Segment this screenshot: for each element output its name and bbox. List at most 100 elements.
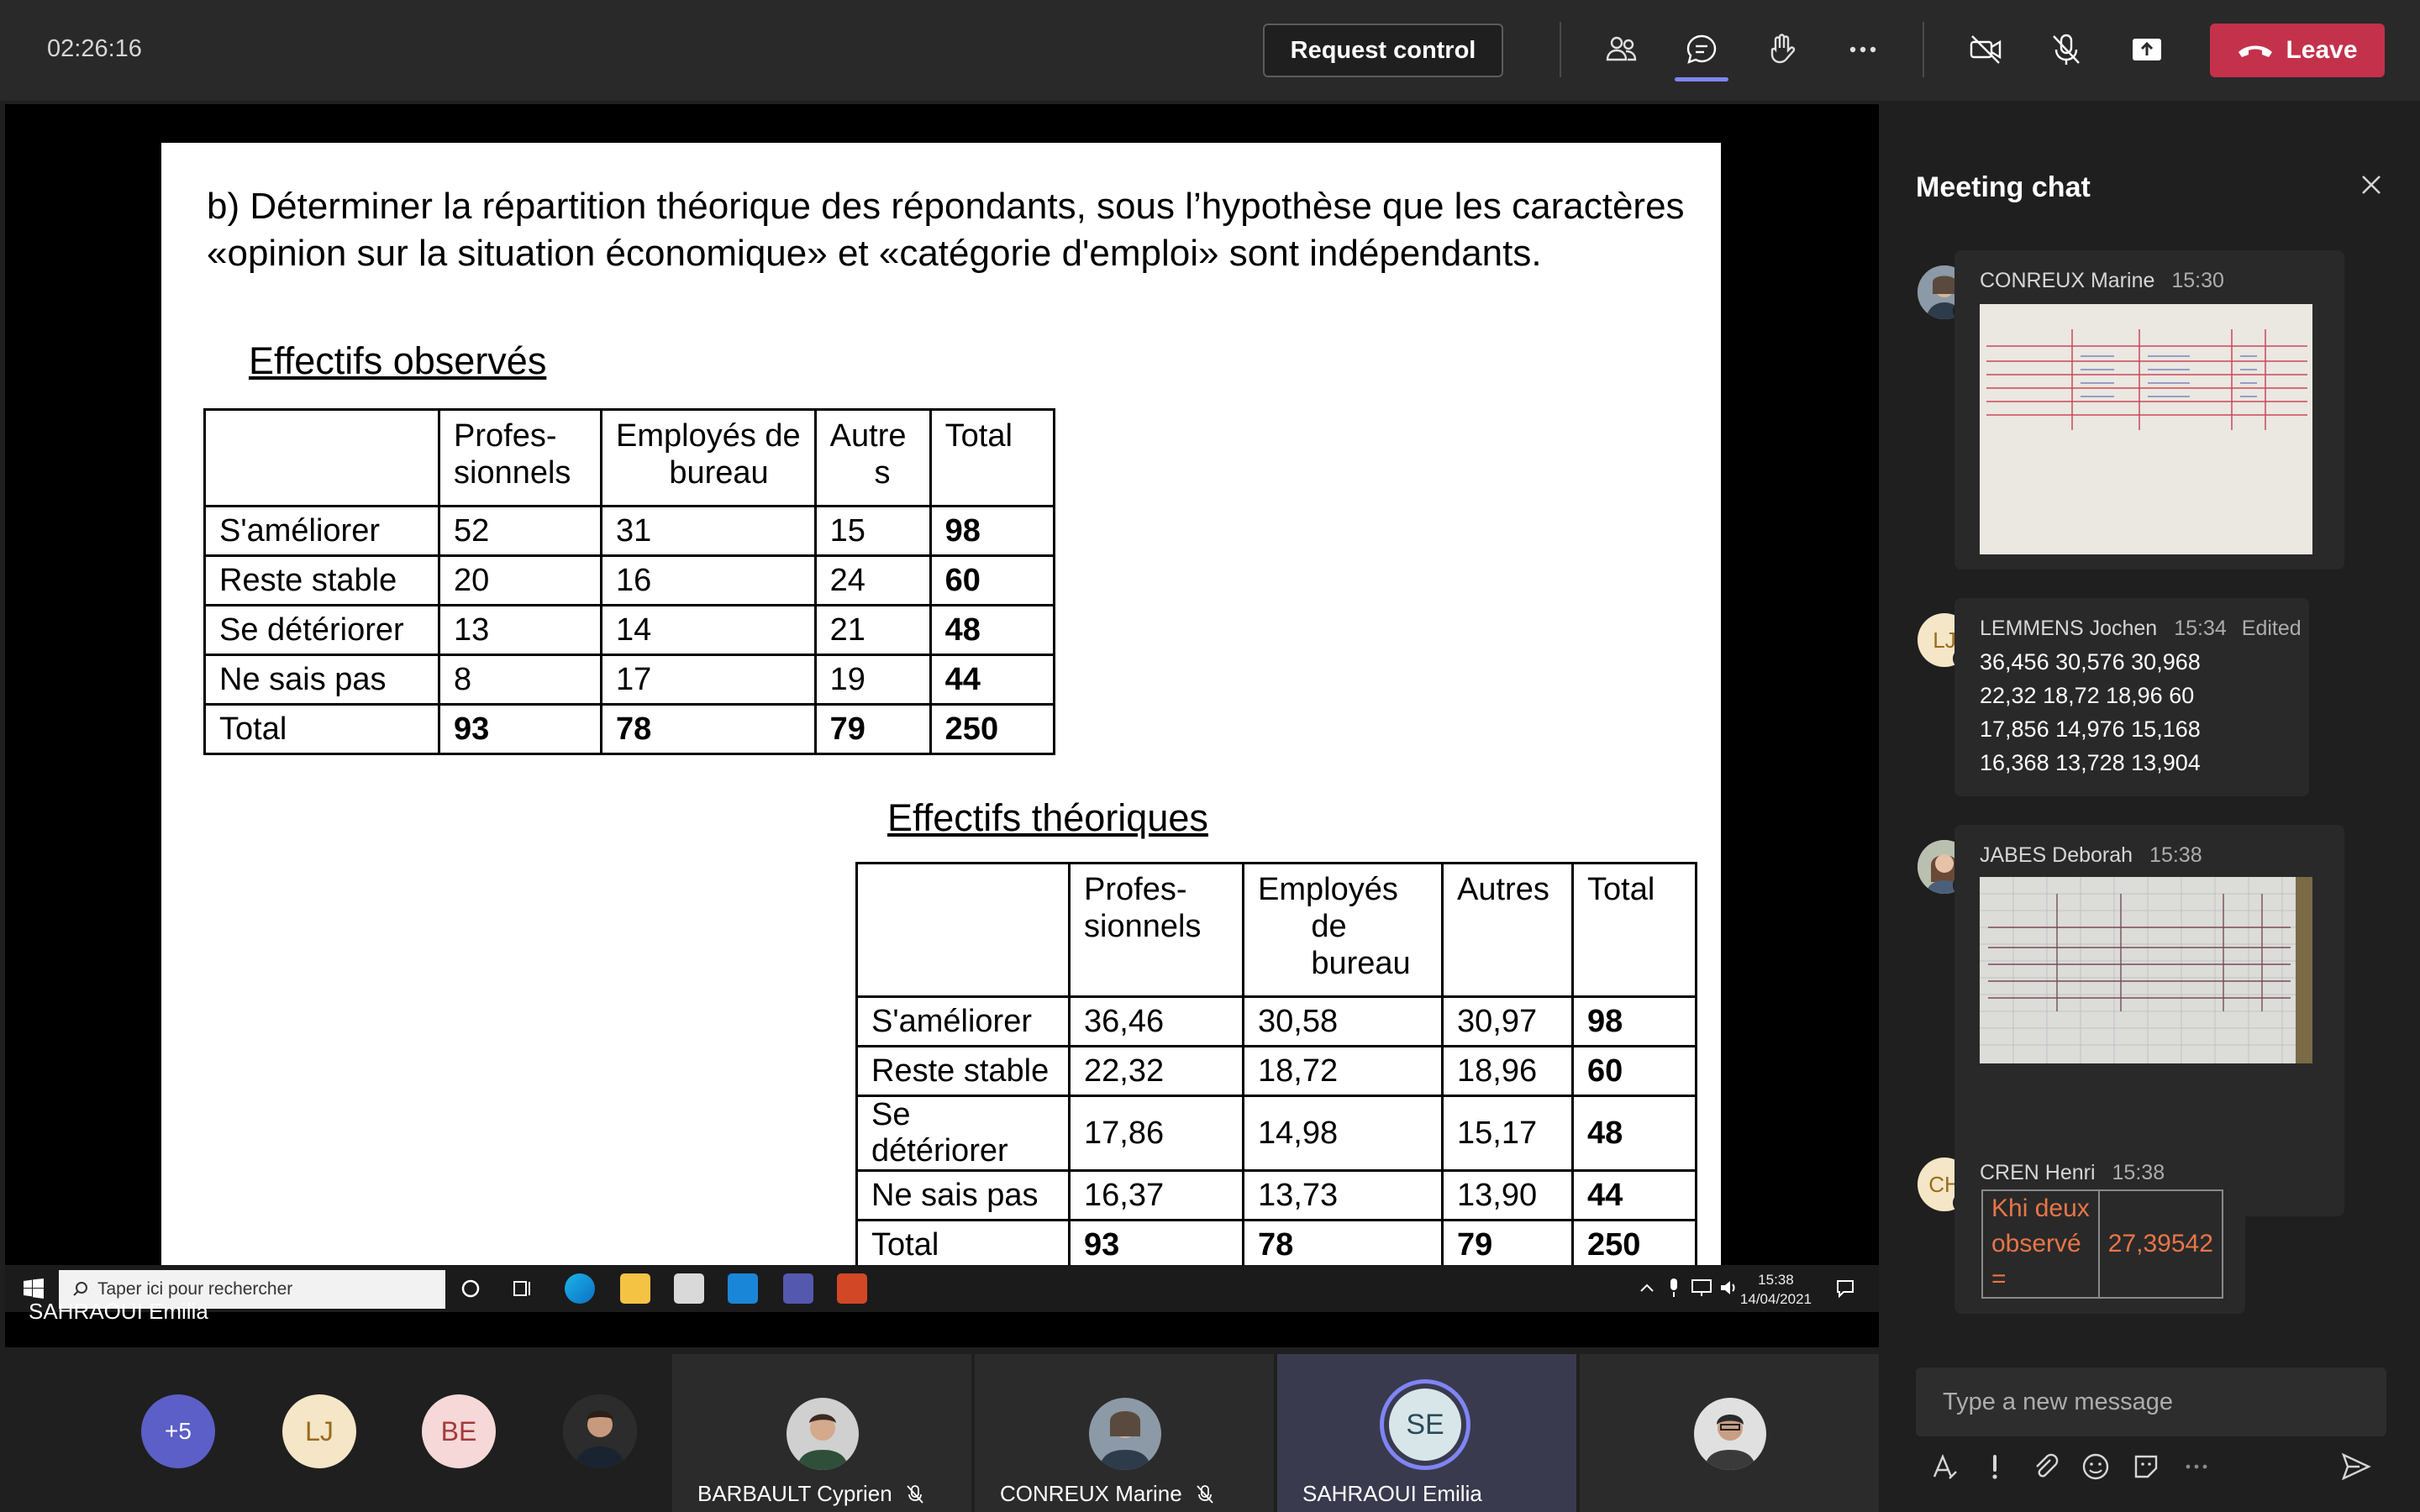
important-icon[interactable] — [1978, 1450, 2012, 1483]
message-time: 15:34 — [2174, 617, 2227, 640]
attach-icon[interactable] — [2028, 1450, 2062, 1483]
network-icon[interactable] — [1691, 1278, 1712, 1297]
table-cell: 21 — [813, 604, 932, 656]
sticker-icon[interactable] — [2129, 1450, 2163, 1483]
file-explorer-icon[interactable] — [620, 1273, 650, 1304]
table-row: Ne sais pas 16,37 13,73 13,90 44 — [855, 1169, 1697, 1221]
format-icon[interactable] — [1928, 1450, 1961, 1483]
taskbar-date: 14/04/2021 — [1739, 1291, 1812, 1307]
toolbar-divider — [1923, 22, 1924, 77]
table-header-cell — [203, 408, 440, 507]
volume-icon[interactable] — [1719, 1278, 1739, 1297]
message-time: 15:30 — [2171, 269, 2224, 292]
participant-tile[interactable]: CONREUX Marine — [975, 1354, 1274, 1512]
table-header-row: Profes- sionnels Employés de bureau Autre … — [203, 408, 1055, 507]
table-cell: 14 — [600, 604, 817, 656]
participant-name: BARBAULT Cyprien — [697, 1481, 926, 1507]
windows-start-icon[interactable] — [24, 1278, 44, 1299]
participant-tile-speaking[interactable]: SE SAHRAOUI Emilia — [1277, 1354, 1576, 1512]
microphone-off-icon — [1197, 1484, 1213, 1504]
table-cell: 31 — [600, 505, 817, 557]
table-cell: 13 — [438, 604, 602, 656]
khi-deux-value: 27,39542 — [2097, 1189, 2223, 1299]
table-cell: 16 — [600, 554, 817, 606]
message-author: JABES Deborah — [1980, 843, 2133, 867]
participant-avatar[interactable] — [563, 1394, 637, 1468]
presentation-slide: b) Déterminer la répartition théorique d… — [161, 143, 1721, 1265]
table-row: Se détériorer 13 14 21 48 — [203, 604, 1055, 656]
row-label-cell: Ne sais pas — [855, 1169, 1071, 1221]
microphone-off-icon[interactable] — [2042, 25, 2091, 74]
participant-avatar[interactable]: BE — [422, 1394, 496, 1468]
cortana-icon[interactable] — [459, 1277, 482, 1300]
close-icon[interactable] — [2354, 168, 2388, 202]
camera-off-icon[interactable] — [1961, 25, 2010, 74]
raise-hand-icon[interactable] — [1758, 25, 1807, 74]
notifications-icon[interactable] — [1835, 1278, 1855, 1299]
table-cell: 79 — [1441, 1219, 1574, 1265]
send-icon[interactable] — [2339, 1450, 2373, 1483]
table-cell: 24 — [813, 554, 932, 606]
table-header-cell: Profes- sionnels — [1068, 862, 1244, 998]
more-options-icon[interactable] — [2180, 1450, 2213, 1483]
table-cell: 78 — [600, 703, 817, 755]
row-label-cell: Se détériorer — [855, 1095, 1071, 1172]
chat-icon[interactable] — [1677, 25, 1726, 74]
table-row: Se détériorer 17,86 14,98 15,17 48 — [855, 1095, 1697, 1172]
mail-app-icon[interactable] — [728, 1273, 758, 1304]
table-cell: 15 — [813, 505, 932, 557]
message-line: 36,456 30,576 30,968 — [1980, 649, 2201, 675]
participants-icon[interactable] — [1597, 25, 1645, 74]
chevron-up-icon[interactable] — [1637, 1278, 1657, 1299]
speaking-ring: SE — [1380, 1379, 1470, 1470]
share-screen-icon[interactable] — [2123, 25, 2171, 74]
table-cell: 98 — [929, 505, 1055, 557]
request-control-button[interactable]: Request control — [1263, 24, 1503, 77]
table-header-cell: Employés de bureau — [1242, 862, 1444, 998]
store-app-icon[interactable] — [674, 1273, 704, 1304]
table-cell: 19 — [813, 654, 932, 706]
chat-active-indicator — [1675, 77, 1728, 81]
new-message-input[interactable]: Type a new message — [1916, 1368, 2386, 1436]
table-row: Total 93 78 79 250 — [203, 703, 1055, 755]
table-row: S'améliorer 52 31 15 98 — [203, 505, 1055, 557]
presenter-name-label: SAHRAOUI Emilia — [29, 1299, 208, 1324]
task-view-icon[interactable] — [511, 1277, 534, 1300]
table-cell: 44 — [929, 654, 1055, 706]
meeting-toolbar: 02:26:16 Request control Leave — [0, 0, 2420, 101]
table-cell: 20 — [438, 554, 602, 606]
more-options-icon[interactable] — [1839, 25, 1887, 74]
search-icon — [73, 1282, 87, 1296]
message-header: CONREUX Marine 15:30 — [1980, 269, 2224, 293]
edge-app-icon[interactable] — [565, 1273, 595, 1304]
row-label-cell: Total — [203, 703, 440, 755]
emoji-icon[interactable] — [2079, 1450, 2112, 1483]
khi-deux-label: Khi deux observé = — [1981, 1189, 2100, 1299]
table-header-cell: Profes- sionnels — [438, 408, 602, 507]
person-photo-icon — [563, 1394, 637, 1468]
table-cell: 8 — [438, 654, 602, 706]
microphone-icon[interactable] — [1667, 1277, 1681, 1299]
participant-name: SAHRAOUI Emilia — [1302, 1481, 1482, 1507]
powerpoint-app-icon[interactable] — [837, 1273, 867, 1304]
image-attachment[interactable] — [1980, 304, 2312, 554]
compose-placeholder: Type a new message — [1943, 1388, 2174, 1415]
image-attachment[interactable] — [1980, 877, 2312, 1063]
taskbar-clock[interactable]: 15:38 14/04/2021 — [1740, 1270, 1812, 1309]
participant-avatar[interactable]: LJ — [282, 1394, 356, 1468]
graph-paper-image — [1980, 877, 2312, 1063]
more-participants-button[interactable]: +5 — [141, 1394, 215, 1468]
table-cell: 250 — [1571, 1219, 1697, 1265]
table-cell: 60 — [929, 554, 1055, 606]
participant-tile[interactable] — [1580, 1354, 1879, 1512]
message-line: 16,368 13,728 13,904 — [1980, 750, 2201, 775]
leave-button[interactable]: Leave — [2210, 24, 2385, 77]
table-row: Reste stable 22,32 18,72 18,96 60 — [855, 1045, 1697, 1097]
table-cell: 18,96 — [1441, 1045, 1574, 1097]
message-header: CREN Henri 15:38 — [1980, 1161, 2165, 1185]
participant-tile[interactable]: BARBAULT Cyprien — [672, 1354, 971, 1512]
table-cell: 15,17 — [1441, 1095, 1574, 1172]
table-row: S'améliorer 36,46 30,58 30,97 98 — [855, 995, 1697, 1047]
participant-avatar: SE — [1389, 1389, 1461, 1461]
teams-app-icon[interactable] — [783, 1273, 813, 1304]
